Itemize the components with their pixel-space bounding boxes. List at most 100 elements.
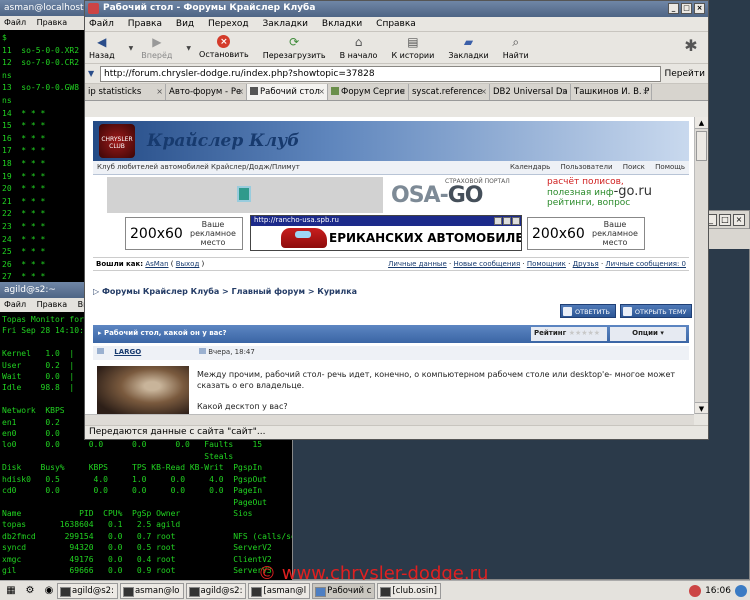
scroll-thumb[interactable] [696, 131, 707, 161]
close-button[interactable]: × [694, 3, 705, 14]
browser-window[interactable]: Рабочий стол - Форумы Крайслер Клуба _ □… [84, 0, 709, 440]
page-viewport[interactable]: CHRYSLER CLUB Крайслер Клуб Клуб любител… [85, 117, 694, 414]
reload-button[interactable]: ⟳ Перезагрузить [263, 35, 326, 60]
nav-users[interactable]: Пользователи [561, 163, 613, 171]
go-button[interactable]: Перейти [665, 69, 706, 79]
terminal-window-asman[interactable]: asman@localhost Файл Правка $11 so-5-0-0… [0, 0, 92, 282]
home-button[interactable]: ⌂ В начало [340, 35, 378, 60]
vertical-scrollbar[interactable]: ▲ ▼ [694, 117, 708, 414]
tab-close-icon[interactable]: × [642, 87, 649, 96]
menu-go[interactable]: Переход [208, 19, 249, 29]
link-assistant[interactable]: Помощник [527, 260, 566, 268]
tab-db2-universal[interactable]: DB2 Universal Da × [490, 84, 571, 100]
menu-tabs[interactable]: Вкладки [322, 19, 362, 29]
tray-status-icon[interactable] [689, 584, 702, 597]
menu-file[interactable]: Файл [89, 19, 114, 29]
terminal-line: 22 * * * [2, 209, 46, 219]
popup-ad-window[interactable]: http://rancho-usa.spb.ru ЕРИКАНСКИХ АВТО… [250, 215, 522, 251]
browser-titlebar[interactable]: Рабочий стол - Форумы Крайслер Клуба _ □… [85, 1, 708, 17]
osa-go-banner[interactable]: СТРАХОВОЙ ПОРТАЛ OSA-GO [385, 177, 520, 213]
task-terminal-asman-2[interactable]: [asman@l [248, 582, 311, 599]
horizontal-scrollbar[interactable] [85, 414, 694, 425]
nav-calendar[interactable]: Календарь [510, 163, 550, 171]
tab-close-icon[interactable]: × [399, 87, 406, 96]
menu-file[interactable]: Файл [4, 300, 26, 309]
url-bar: ▼ http://forum.chrysler-dodge.ru/index.p… [85, 64, 708, 84]
popup-close[interactable] [512, 217, 520, 225]
back-button[interactable]: ◀ Назад [89, 35, 115, 60]
scroll-up-icon[interactable]: ▲ [695, 117, 708, 129]
terminal-line: 15 * * * [2, 121, 46, 131]
task-browser[interactable]: Рабочий с [312, 582, 376, 599]
reply-button[interactable]: ОТВЕТИТЬ [560, 304, 616, 318]
stop-button[interactable]: × Остановить [199, 35, 249, 59]
menu-file[interactable]: Файл [4, 18, 26, 27]
ad-row-bottom: 200x60 Ваше рекламное место http://ranch… [125, 215, 685, 253]
back-history-dropdown[interactable]: ▼ [129, 45, 134, 52]
maximize-button[interactable]: □ [681, 3, 692, 14]
tab-syscat-reference[interactable]: syscat.reference × [409, 84, 490, 100]
tab-close-icon[interactable]: × [156, 87, 163, 96]
flash-ad-placeholder[interactable] [107, 177, 383, 213]
menu-edit[interactable]: Правка [37, 300, 67, 309]
tray-network-icon[interactable] [735, 584, 747, 597]
tab-close-icon[interactable]: × [237, 87, 244, 96]
task-club-osin[interactable]: [club.osin] [377, 582, 441, 599]
post-author[interactable]: LARGO [114, 348, 141, 356]
launcher-icon[interactable]: ◉ [41, 584, 57, 598]
popup-minimize[interactable] [494, 217, 502, 225]
tab-forum-sergie[interactable]: Форум Сергие × [328, 84, 409, 100]
history-button[interactable]: ▤ К истории [391, 35, 434, 60]
link-new-posts[interactable]: Новые сообщения [453, 260, 520, 268]
menu-edit[interactable]: Правка [128, 19, 162, 29]
menu-help[interactable]: Справка [376, 19, 416, 29]
tab-auto-forum[interactable]: Авто-форум - Ре × [166, 84, 247, 100]
tab-close-icon[interactable]: × [561, 87, 568, 96]
tab-close-icon[interactable]: × [480, 87, 487, 96]
close-button[interactable]: × [733, 214, 745, 226]
task-terminal-asman[interactable]: asman@lo [119, 582, 184, 599]
avatar[interactable] [97, 366, 189, 414]
nav-search[interactable]: Поиск [623, 163, 645, 171]
url-input[interactable]: http://forum.chrysler-dodge.ru/index.php… [100, 65, 661, 82]
logout-link[interactable]: Выход [176, 260, 200, 268]
task-terminal-agild-1[interactable]: agild@s2: [57, 582, 118, 599]
link-messages[interactable]: Личные сообщения: 0 [605, 260, 686, 268]
app-menu-icon[interactable]: ⚙ [22, 584, 38, 598]
topic-options-dropdown[interactable]: Опции ▾ [610, 327, 686, 341]
site-title[interactable]: Крайслер Клуб [147, 131, 300, 151]
maximize-button[interactable]: □ [719, 214, 731, 226]
forward-button[interactable]: ▶ Вперёд [141, 35, 172, 60]
tab-desktop[interactable]: Рабочий стол × [247, 84, 328, 100]
ad-slot-left[interactable]: 200x60 Ваше рекламное место [125, 217, 243, 250]
bookmarks-button[interactable]: ▰ Закладки [448, 35, 488, 60]
menu-view[interactable]: Вид [176, 19, 194, 29]
tab-close-icon[interactable]: × [318, 87, 325, 96]
chrysler-club-logo[interactable]: CHRYSLER CLUB [99, 124, 135, 158]
insurance-promo[interactable]: расчёт полисов, полезная инф-go.ru рейти… [547, 177, 682, 213]
scroll-down-icon[interactable]: ▼ [695, 402, 708, 414]
ad-slot-right[interactable]: 200x60 Ваше рекламное место [527, 217, 645, 250]
nav-help[interactable]: Помощь [655, 163, 685, 171]
show-desktop-icon[interactable]: ▦ [3, 584, 19, 598]
find-button[interactable]: ⌕ Найти [503, 35, 529, 61]
terminal-line: xmgc 49176 0.0 0.4 root ClientV2 [2, 554, 272, 564]
link-profile[interactable]: Личные данные [388, 260, 447, 268]
tab-tashkinov[interactable]: Ташкинов И. В. Р × [571, 84, 652, 100]
terminal-title[interactable]: asman@localhost [0, 0, 92, 16]
forward-history-dropdown[interactable]: ▼ [186, 45, 191, 52]
task-terminal-agild-2[interactable]: agild@s2: [185, 582, 247, 599]
user-profile-link[interactable]: AsMan [145, 260, 168, 268]
popup-maximize[interactable] [503, 217, 511, 225]
minimize-button[interactable]: _ [668, 3, 679, 14]
menu-bookmarks[interactable]: Закладки [263, 19, 309, 29]
tab-ip-statisticks[interactable]: ip statisticks × [85, 84, 166, 100]
topic-rating[interactable]: Рейтинг ★★★★★ [531, 327, 607, 341]
menu-edit[interactable]: Правка [37, 18, 67, 27]
breadcrumb[interactable]: ▷ Форумы Крайслер Клуба > Главный форум … [93, 287, 357, 296]
popup-titlebar[interactable]: http://rancho-usa.spb.ru [251, 216, 521, 226]
link-friends[interactable]: Друзья [573, 260, 599, 268]
rating-stars-icon[interactable]: ★★★★★ [569, 329, 600, 337]
new-topic-button[interactable]: ОТКРЫТЬ ТЕМУ [619, 304, 693, 318]
clock[interactable]: 16:06 [705, 586, 731, 596]
